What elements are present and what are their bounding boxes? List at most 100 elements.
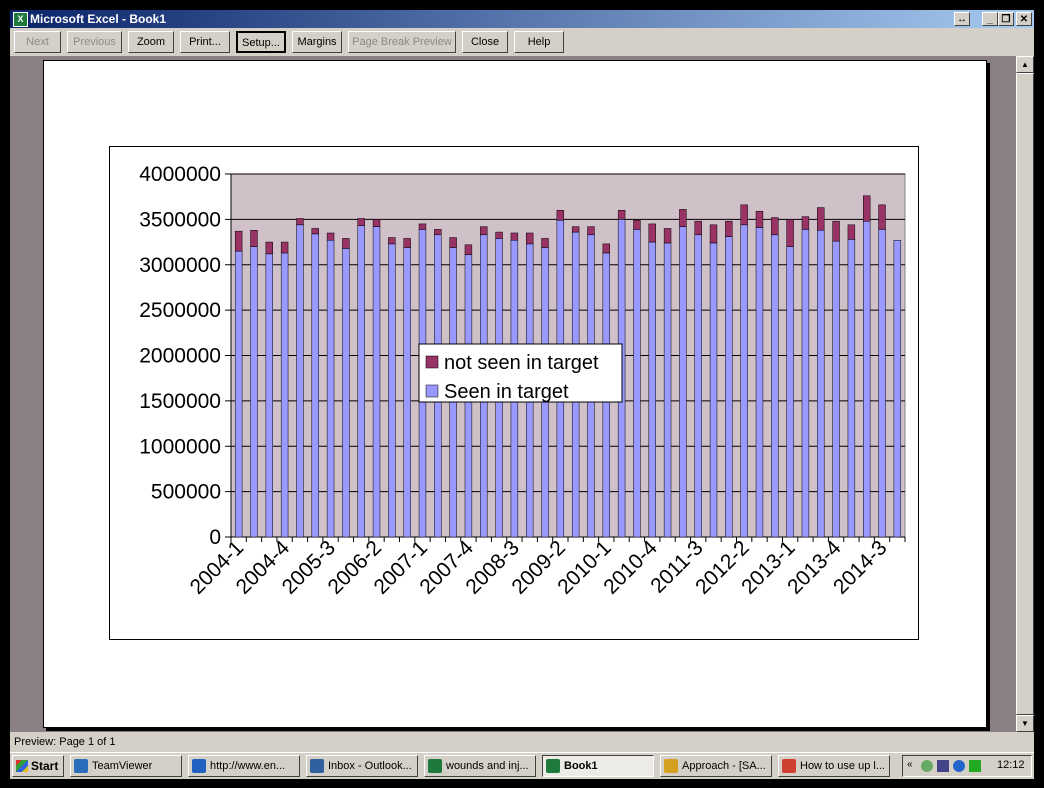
status-text: Preview: Page 1 of 1 [14,736,116,748]
teamviewer-tray-icon[interactable] [953,760,965,772]
bar-seen-5 [311,233,319,538]
close-window-button[interactable]: ✕ [1016,12,1032,26]
resize-icon[interactable]: ↔ [954,12,970,26]
preview-area: 4000000 3500000 3000000 2500000 2000000 15000… [10,56,1016,732]
bar-not-seen-6 [326,232,335,241]
y-tick-label: 500000 [151,481,221,504]
bar-not-seen-42 [878,204,886,230]
bar-seen-43 [893,239,902,538]
task-label: Inbox - Outlook... [328,760,412,772]
task-http-www[interactable]: http://www.en... [188,755,300,777]
bar-seen-27 [648,241,656,538]
bar-seen-11 [403,247,411,538]
bar-seen-39 [832,240,840,538]
start-button[interactable]: Start [12,755,64,777]
task-label: Approach - [SA... [682,760,766,772]
bar-seen-8 [357,225,365,538]
bar-not-seen-27 [648,223,656,243]
bar-not-seen-24 [602,243,610,254]
status-tray-icon[interactable] [969,760,981,772]
approach-icon [664,759,678,773]
task-approach-sa[interactable]: Approach - [SA... [660,755,772,777]
bar-not-seen-25 [617,210,626,220]
task-inbox-outlook[interactable]: Inbox - Outlook... [306,755,418,777]
bar-not-seen-39 [832,220,840,242]
task-wounds-and[interactable]: wounds and inj... [424,755,536,777]
y-tick-label: 3500000 [139,208,221,231]
y-tick-label: 1500000 [139,390,221,413]
legend-label: Seen in target [444,381,569,403]
task-how-to[interactable]: How to use up l... [778,755,890,777]
scroll-thumb[interactable] [1016,73,1034,715]
page-break-preview-button[interactable]: Page Break Preview [348,31,456,53]
bar-seen-2 [265,253,273,538]
task-book1[interactable]: Book1 [542,755,654,777]
bar-not-seen-2 [265,241,273,255]
help-button[interactable]: Help [514,31,564,53]
bar-not-seen-28 [663,228,672,244]
window-title: Microsoft Excel - Book1 [30,12,167,26]
bar-seen-35 [771,234,779,538]
excel-icon [546,759,560,773]
y-tick-label: 1000000 [139,435,221,458]
task-label: http://www.en... [210,760,286,772]
bar-not-seen-41 [863,195,871,222]
stacked-bar-chart: 4000000 3500000 3000000 2500000 2000000 15000… [139,163,906,599]
display-icon[interactable] [937,760,949,772]
zoom-button[interactable]: Zoom [128,31,174,53]
outlook-icon [310,759,324,773]
bar-not-seen-5 [311,228,319,235]
bar-seen-40 [847,239,856,538]
bar-seen-37 [801,229,810,538]
y-tick-label: 2000000 [139,345,221,368]
task-teamviewer[interactable]: TeamViewer [70,755,182,777]
bar-not-seen-11 [403,238,411,248]
bar-seen-31 [709,242,718,538]
previous-button[interactable]: Previous [67,31,122,53]
bar-not-seen-32 [725,220,733,237]
bar-not-seen-38 [817,207,825,231]
network-icon[interactable] [921,760,933,772]
bar-seen-41 [863,220,871,538]
bar-not-seen-4 [296,218,304,226]
close-button[interactable]: Close [462,31,508,53]
bar-not-seen-36 [786,219,794,247]
bar-not-seen-19 [526,232,534,245]
bar-seen-10 [388,243,396,538]
bar-seen-4 [296,224,304,538]
margins-button[interactable]: Margins [292,31,342,53]
scroll-down-icon[interactable]: ▼ [1016,715,1034,732]
bar-not-seen-37 [801,216,810,230]
bar-not-seen-29 [679,209,687,227]
next-button[interactable]: Next [14,31,61,53]
vertical-scrollbar[interactable]: ▲ ▼ [1016,56,1034,732]
bar-not-seen-40 [847,224,856,240]
bar-not-seen-30 [694,220,702,236]
bar-not-seen-3 [280,241,289,254]
chrome-icon [782,759,796,773]
bar-seen-38 [817,230,825,538]
minimize-button[interactable]: _ [982,12,998,26]
bar-not-seen-14 [449,237,457,248]
bar-not-seen-20 [541,238,549,248]
y-tick-label: 0 [209,526,221,549]
preview-page[interactable]: 4000000 3500000 3000000 2500000 2000000 15000… [43,60,987,728]
chart-area[interactable]: 4000000 3500000 3000000 2500000 2000000 15000… [109,146,919,640]
restore-button[interactable]: ❐ [998,12,1014,26]
print-button[interactable]: Print... [180,31,230,53]
status-bar: Preview: Page 1 of 1 [10,732,1034,752]
bar-not-seen-7 [342,238,350,249]
scroll-up-icon[interactable]: ▲ [1016,56,1034,73]
bar-not-seen-0 [234,230,243,252]
bar-seen-28 [663,242,672,538]
excel-icon[interactable]: X [13,12,28,27]
setup-button[interactable]: Setup... [236,31,286,53]
tray-expand-icon[interactable]: « [907,759,919,771]
print-preview-toolbar: Next Previous Zoom Print... Setup... Mar… [10,28,1034,56]
bar-not-seen-26 [633,220,641,230]
bar-seen-29 [679,226,687,538]
legend-swatch [425,355,439,369]
system-tray: « 12:12 [902,755,1032,777]
bar-not-seen-16 [480,226,488,236]
bar-seen-1 [250,246,258,538]
